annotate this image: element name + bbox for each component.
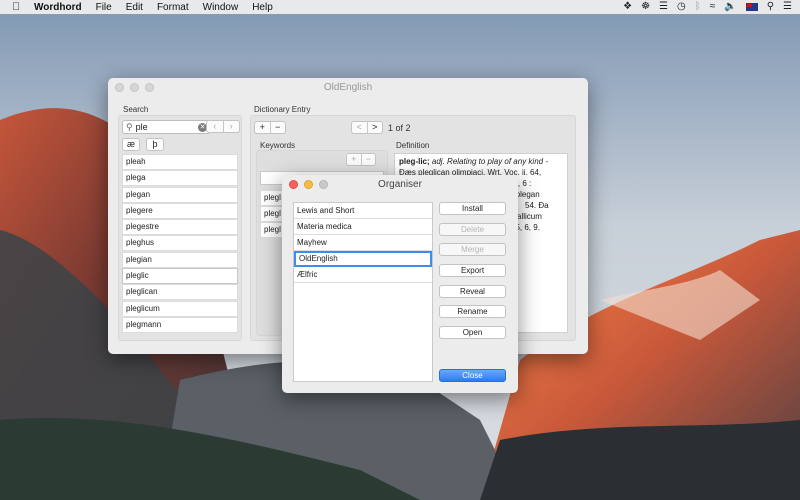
close-window-button[interactable]: [289, 180, 298, 189]
volume-icon[interactable]: 🔈: [724, 1, 736, 13]
result-row[interactable]: pleglicum: [122, 300, 238, 317]
definition-headword: pleg-lic;: [399, 157, 430, 166]
search-field[interactable]: ⚲ ple ✕: [122, 120, 210, 134]
notes-icon[interactable]: ☰: [659, 1, 668, 13]
merge-button[interactable]: Merge: [439, 243, 506, 256]
insert-thorn-button[interactable]: þ: [146, 138, 164, 151]
input-source-flag-icon[interactable]: [745, 3, 758, 11]
insert-ae-button[interactable]: æ: [122, 138, 140, 151]
menu-bar:  Wordhord File Edit Format Window Help …: [0, 0, 800, 14]
search-input[interactable]: ple: [136, 122, 198, 132]
wifi-icon[interactable]: ≈: [710, 1, 716, 13]
add-entry-button[interactable]: +: [255, 122, 270, 133]
dictionary-row[interactable]: Materia medica: [294, 219, 432, 235]
menu-file[interactable]: File: [96, 2, 112, 13]
page-indicator: 1 of 2: [388, 123, 411, 133]
search-history-nav: ‹ ›: [206, 120, 240, 133]
zoom-button-inactive[interactable]: [145, 83, 154, 92]
minimize-window-button[interactable]: [304, 180, 313, 189]
add-keyword-button[interactable]: +: [347, 154, 361, 165]
organiser-window: Organiser Lewis and Short Materia medica…: [282, 175, 518, 393]
menu-format[interactable]: Format: [157, 2, 189, 13]
search-results-list: pleah plega plegan plegere plegestre ple…: [122, 154, 238, 333]
search-label: Search: [123, 105, 149, 114]
definition-pos: adj.: [431, 157, 445, 166]
minimize-button-inactive[interactable]: [130, 83, 139, 92]
notification-center-icon[interactable]: ☰: [783, 1, 792, 13]
result-row[interactable]: plegian: [122, 251, 238, 268]
result-row[interactable]: plegere: [122, 202, 238, 219]
result-row[interactable]: pleah: [122, 154, 238, 170]
remove-keyword-button[interactable]: −: [360, 154, 376, 165]
reveal-button[interactable]: Reveal: [439, 285, 506, 298]
main-titlebar[interactable]: OldEnglish: [108, 78, 588, 96]
dictionary-row-selected[interactable]: OldEnglish: [294, 251, 432, 267]
keyword-add-remove: + −: [346, 153, 376, 166]
remove-entry-button[interactable]: −: [269, 122, 286, 133]
dictionary-row[interactable]: Mayhew: [294, 235, 432, 251]
window-title: OldEnglish: [323, 81, 373, 93]
bluetooth-icon[interactable]: ᛒ: [695, 1, 701, 13]
install-button[interactable]: Install: [439, 202, 506, 215]
result-row[interactable]: plega: [122, 170, 238, 187]
menu-help[interactable]: Help: [252, 2, 273, 13]
result-row[interactable]: plegestre: [122, 219, 238, 236]
close-button-inactive[interactable]: [115, 83, 124, 92]
menu-edit[interactable]: Edit: [126, 2, 143, 13]
next-page-button[interactable]: >: [366, 122, 383, 133]
organiser-titlebar[interactable]: Organiser: [282, 175, 518, 193]
time-machine-icon[interactable]: ◷: [677, 1, 686, 13]
evernote-icon[interactable]: ☸: [641, 1, 650, 13]
magnifier-icon: ⚲: [126, 121, 133, 132]
result-row[interactable]: pleghus: [122, 235, 238, 252]
dropbox-icon[interactable]: ❖: [623, 1, 632, 13]
rename-button[interactable]: Rename: [439, 305, 506, 318]
history-forward-button[interactable]: ›: [222, 121, 240, 132]
menu-window[interactable]: Window: [203, 2, 239, 13]
result-row[interactable]: plegmann: [122, 316, 238, 333]
dictionary-list: Lewis and Short Materia medica Mayhew Ol…: [293, 202, 433, 382]
history-back-button[interactable]: ‹: [207, 121, 223, 132]
dictionary-row[interactable]: Lewis and Short: [294, 203, 432, 219]
dictionary-row[interactable]: Ælfric: [294, 267, 432, 283]
result-row[interactable]: pleglican: [122, 284, 238, 301]
delete-button[interactable]: Delete: [439, 223, 506, 236]
dictionary-entry-label: Dictionary Entry: [254, 105, 311, 114]
search-icon[interactable]: ⚲: [767, 1, 774, 13]
result-row-selected[interactable]: pleglic: [122, 268, 238, 285]
export-button[interactable]: Export: [439, 264, 506, 277]
entry-page-nav: < >: [351, 121, 383, 134]
close-button[interactable]: Close: [439, 369, 506, 382]
definition-gloss: Relating to play of any kind -: [447, 157, 548, 166]
status-menu-area: ❖ ☸ ☰ ◷ ᛒ ≈ 🔈 ⚲ ☰: [623, 1, 792, 13]
keywords-label: Keywords: [260, 141, 296, 150]
definition-label: Definition: [396, 141, 430, 150]
open-button[interactable]: Open: [439, 326, 506, 339]
prev-page-button[interactable]: <: [352, 122, 367, 133]
apple-menu-icon[interactable]: : [12, 1, 24, 13]
entry-add-remove: + −: [254, 121, 286, 134]
result-row[interactable]: plegan: [122, 186, 238, 203]
zoom-window-button[interactable]: [319, 180, 328, 189]
menu-app-name[interactable]: Wordhord: [34, 2, 82, 13]
organiser-title: Organiser: [378, 178, 422, 190]
